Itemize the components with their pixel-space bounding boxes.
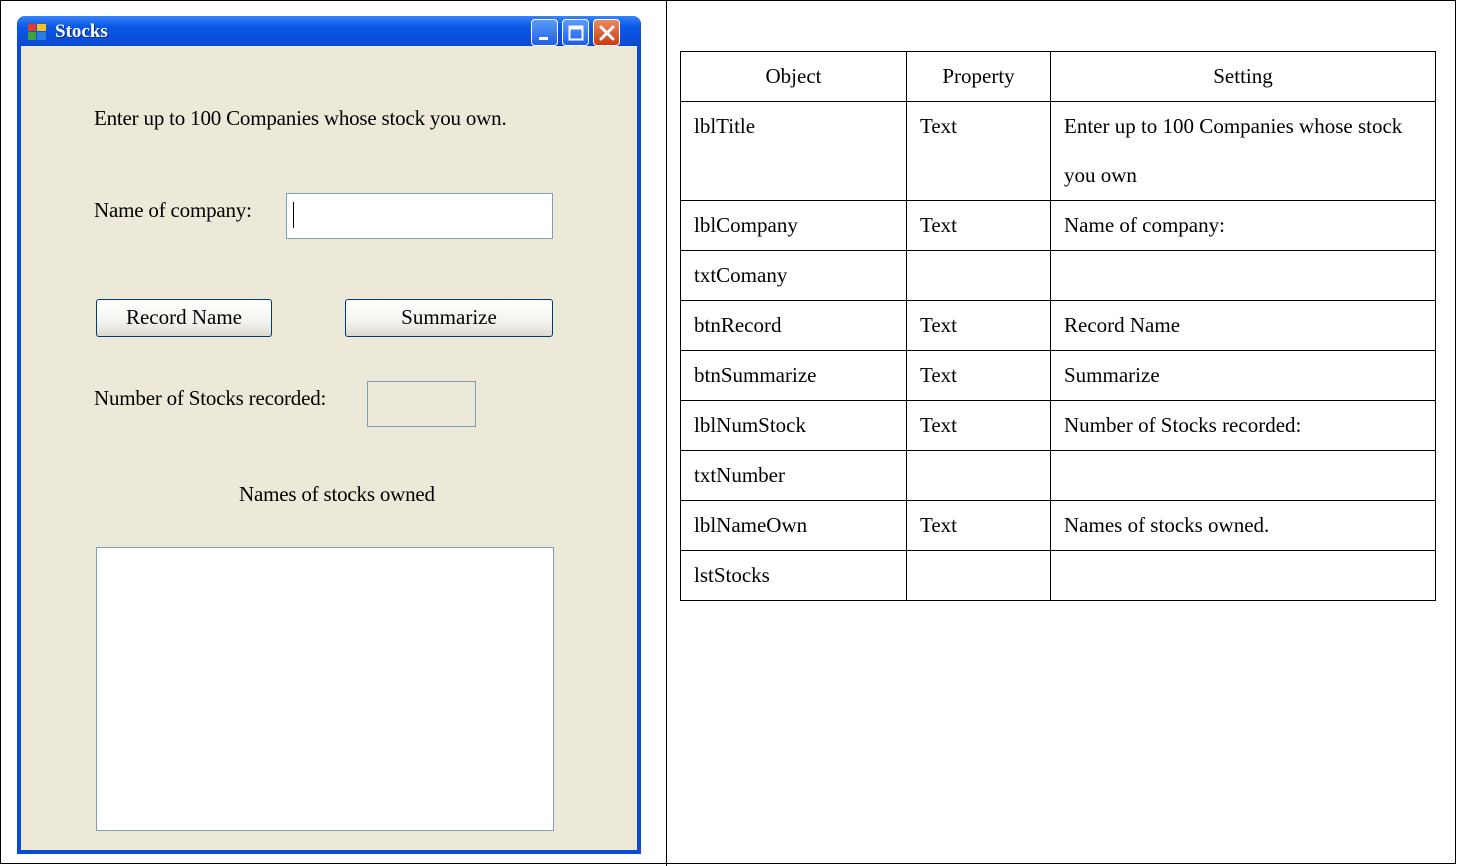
header-object: Object [680,51,907,102]
cell-setting: Name of company: [1050,200,1436,251]
table-row: lblCompany Text Name of company: [680,200,1436,251]
record-name-button[interactable]: Record Name [96,299,272,337]
cell-property [906,550,1051,601]
summarize-button[interactable]: Summarize [345,299,553,337]
cell-property: Text [906,200,1051,251]
title-bar[interactable]: Stocks [17,16,641,46]
maximize-icon [568,25,584,41]
cell-property: Text [906,101,1051,201]
stocks-listbox[interactable] [96,547,554,831]
lbl-title: Enter up to 100 Companies whose stock yo… [94,106,507,130]
table-row: lblTitle Text Enter up to 100 Companies … [680,101,1436,201]
header-setting: Setting [1050,51,1436,102]
cell-property: Text [906,500,1051,551]
cell-object: btnSummarize [680,350,907,401]
cell-setting [1050,450,1436,501]
close-button[interactable] [593,19,620,46]
window-client-area: Enter up to 100 Companies whose stock yo… [21,46,637,850]
cell-object: lblCompany [680,200,907,251]
stock-count-field[interactable] [367,381,476,427]
cell-setting [1050,550,1436,601]
table-row: lstStocks [680,550,1436,601]
lbl-names-owned: Names of stocks owned [239,482,435,506]
cell-object: txtNumber [680,450,907,501]
lbl-num-stock: Number of Stocks recorded: [94,386,327,410]
minimize-icon [539,37,548,40]
table-row: lblNameOwn Text Names of stocks owned. [680,500,1436,551]
cell-object: lblNumStock [680,400,907,451]
table-row: txtComany [680,250,1436,301]
cell-setting: Record Name [1050,300,1436,351]
properties-table: Object Property Setting lblTitle Text En… [680,51,1436,601]
cell-object: lblNameOwn [680,500,907,551]
company-input[interactable] [286,193,553,239]
cell-object: lblTitle [680,101,907,201]
cell-property: Text [906,300,1051,351]
minimize-button[interactable] [531,19,558,46]
cell-setting: Summarize [1050,350,1436,401]
stocks-window: Stocks Enter up to 100 Companies whose s… [17,16,641,854]
maximize-button[interactable] [562,19,589,46]
close-icon [599,25,615,41]
table-row: lblNumStock Text Number of Stocks record… [680,400,1436,451]
cell-property: Text [906,350,1051,401]
cell-object: txtComany [680,250,907,301]
table-row: btnRecord Text Record Name [680,300,1436,351]
cell-object: lstStocks [680,550,907,601]
text-caret [293,202,294,228]
window-title: Stocks [55,21,108,42]
lbl-company: Name of company: [94,198,252,222]
cell-property: Text [906,400,1051,451]
table-row: btnSummarize Text Summarize [680,350,1436,401]
app-icon [28,24,46,40]
cell-property [906,250,1051,301]
cell-object: btnRecord [680,300,907,351]
table-row: txtNumber [680,450,1436,501]
table-header-row: Object Property Setting [680,51,1436,102]
cell-setting [1050,250,1436,301]
cell-property [906,450,1051,501]
cell-setting: Enter up to 100 Companies whose stock yo… [1050,101,1436,201]
cell-setting: Number of Stocks recorded: [1050,400,1436,451]
column-divider [666,0,667,866]
cell-setting: Names of stocks owned. [1050,500,1436,551]
header-property: Property [906,51,1051,102]
